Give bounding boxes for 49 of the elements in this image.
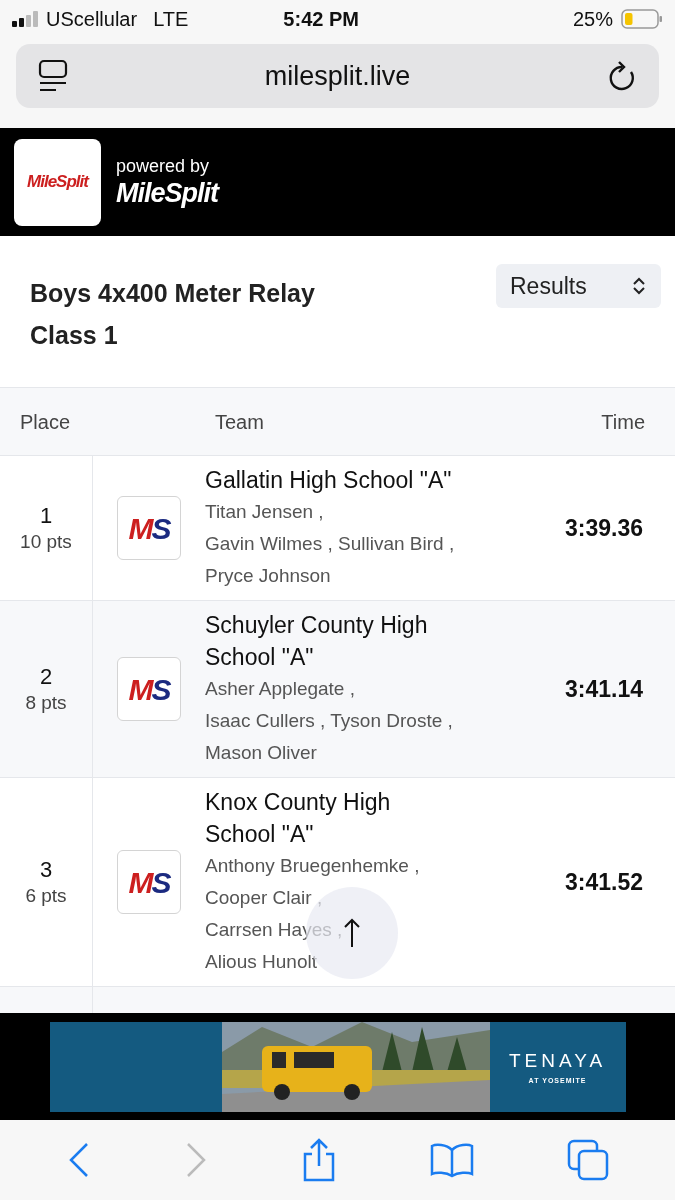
reader-icon[interactable]: [38, 59, 68, 93]
points-text: 8 pts: [25, 691, 67, 715]
team-logo: MS: [117, 657, 181, 721]
view-select[interactable]: Results: [496, 264, 661, 308]
place-number: 3: [39, 856, 53, 884]
site-logo[interactable]: MileSplit: [14, 138, 101, 226]
athlete-names: Carrsen Hayes ,: [205, 918, 343, 942]
event-title: Boys 4x400 Meter Relay: [30, 278, 315, 309]
battery-icon: [621, 9, 663, 29]
powered-by-text: powered by: [116, 155, 211, 177]
carrier-name: UScellular: [46, 7, 138, 32]
athlete-names: Gavin Wilmes , Sullivan Bird ,: [205, 532, 455, 556]
athlete-names: Anthony Bruegenhemke ,: [205, 854, 420, 878]
points-text: 10 pts: [20, 530, 72, 554]
place-number: 2: [39, 663, 53, 691]
ad-brand: TENAYA: [508, 1049, 607, 1073]
column-header: Time: [601, 409, 645, 435]
athlete-names: Asher Applegate ,: [205, 677, 355, 701]
reload-icon[interactable]: [607, 60, 637, 92]
chevron-up-down-icon: [631, 276, 647, 296]
finish-time: 3:41.52: [565, 867, 643, 897]
team-name[interactable]: Schuyler County High School "A": [205, 609, 465, 673]
points-text: 6 pts: [25, 884, 67, 908]
team-logo: MS: [117, 496, 181, 560]
event-subtitle: Class 1: [30, 320, 119, 351]
brand-wordmark: MileSplit: [116, 177, 218, 209]
athlete-names: Cooper Clair ,: [205, 886, 323, 910]
finish-time: 3:41.14: [565, 674, 643, 704]
athlete-names: Titan Jensen ,: [205, 500, 324, 524]
athlete-names: Pryce Johnson: [205, 564, 331, 588]
signal-icon: [12, 11, 40, 27]
battery-percent: 25%: [572, 7, 613, 32]
network-type: LTE: [153, 7, 189, 32]
place-number: 1: [39, 502, 53, 530]
team-name[interactable]: Gallatin High School "A": [205, 464, 465, 496]
bookmarks-icon[interactable]: [429, 1142, 474, 1178]
column-header: Place: [19, 409, 72, 435]
athlete-names: Alious Hunolt: [205, 950, 317, 974]
clock-time: 5:42 PM: [283, 7, 359, 32]
athlete-names: Mason Oliver: [205, 741, 317, 765]
team-name[interactable]: Knox County High School "A": [205, 786, 465, 850]
address-bar[interactable]: milesplit.live: [16, 44, 659, 108]
team-logo: MS: [117, 850, 181, 914]
column-header: Team: [215, 409, 264, 435]
athlete-names: Isaac Cullers , Tyson Droste ,: [205, 709, 453, 733]
arrow-up-icon: [343, 918, 361, 948]
finish-time: 3:39.36: [565, 513, 643, 543]
url-text: milesplit.live: [263, 59, 412, 93]
tabs-icon[interactable]: [566, 1139, 609, 1181]
